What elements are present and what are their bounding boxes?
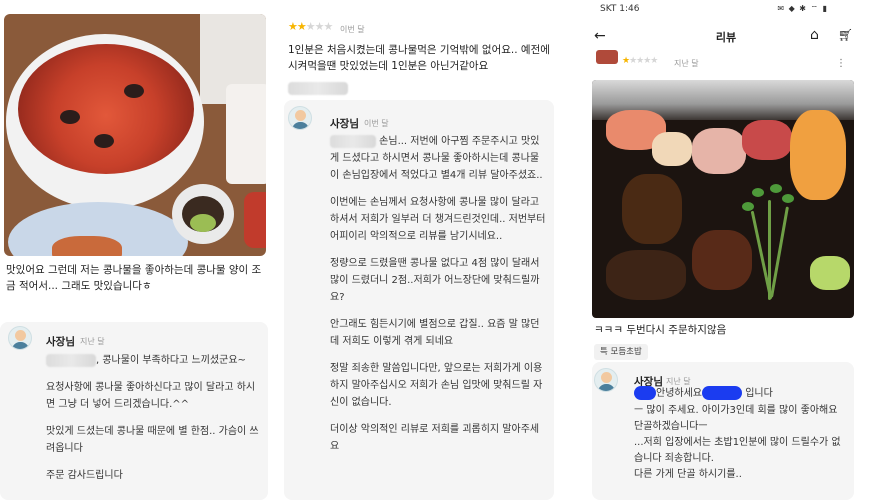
review-card-middle: ★★★★★ 이번 달 1인분은 처음시켰는데 콩나물먹은 기억밖에 없어요.. … [272,0,557,500]
owner-time: 이번 달 [364,119,389,128]
owner-reply-text: 안녕하세요 입니다 ㅡ 많이 주세요. 아이가3인데 회를 많이 좋아해요 단골… [634,386,841,480]
review-time: 이번 달 [340,25,365,34]
redacted-name [46,353,96,367]
review-text: 1인분은 처음시켰는데 콩나물먹은 기억밖에 없어요.. 예전에 시켜먹을땐 맛… [288,44,550,72]
redacted-name [330,134,376,148]
redacted-info [288,82,348,95]
owner-avatar [8,326,32,350]
more-icon[interactable]: ⋮ [836,58,846,69]
redacted-name [634,386,656,400]
reviewer-avatar [596,50,618,64]
owner-reply-text: , 콩나물이 부족하다고 느끼셨군요~ 요청사항에 콩나물 좋아하신다고 많이 … [46,353,259,481]
menu-tag: 특 모듬초밥 [594,344,648,360]
owner-avatar [594,368,618,392]
rating-stars: ★★★★★ [288,20,333,33]
review-card-left: 맛있어요 그런데 저는 콩나물을 좋아하는데 콩나물 양이 조금 적어서... … [0,0,270,500]
mobile-review-screen: SKT 1:46 ✉ ◆ ✱ ⌔ ▮ ← 리뷰 ⌂ 🛒︎ ★★★★★ 지난 달 … [582,0,870,500]
owner-time: 지난 달 [80,337,105,346]
review-photo-spicy-noodles[interactable] [4,14,266,256]
owner-reply: 사장님 지난 달 안녕하세요 입니다 ㅡ 많이 주세요. 아이가3인데 회를 많… [592,362,854,500]
status-bar: SKT 1:46 ✉ ◆ ✱ ⌔ ▮ [582,0,870,18]
status-icons: ✉ ◆ ✱ ⌔ ▮ [777,4,828,13]
owner-reply: 사장님 지난 달 , 콩나물이 부족하다고 느끼셨군요~ 요청사항에 콩나물 좋… [0,322,268,500]
owner-name: 사장님 [46,336,75,348]
owner-reply-text: 손님... 저번에 아구찜 주문주시고 맛있게 드셨다고 하시면서 콩나물 좋아… [330,134,546,452]
cart-icon[interactable]: 🛒︎ [838,28,853,42]
home-icon[interactable]: ⌂ [810,28,819,42]
owner-name: 사장님 [330,118,359,130]
redacted-name-2 [702,386,742,400]
review-time: 지난 달 [674,59,699,68]
owner-reply: 사장님 이번 달 손님... 저번에 아구찜 주문주시고 맛있게 드셨다고 하시… [284,100,554,500]
rating-stars: ★★★★★ [622,56,658,66]
owner-avatar [288,106,312,130]
review-text: 맛있어요 그런데 저는 콩나물을 좋아하는데 콩나물 양이 조금 적어서... … [6,264,262,292]
app-header: ← 리뷰 ⌂ 🛒︎ [582,22,870,50]
review-text: ㅋㅋㅋ 두번다시 주문하지않음 [594,324,727,336]
review-photo-sushi[interactable] [592,80,854,318]
page-title: 리뷰 [715,31,737,44]
status-carrier-time: SKT 1:46 [600,4,640,14]
